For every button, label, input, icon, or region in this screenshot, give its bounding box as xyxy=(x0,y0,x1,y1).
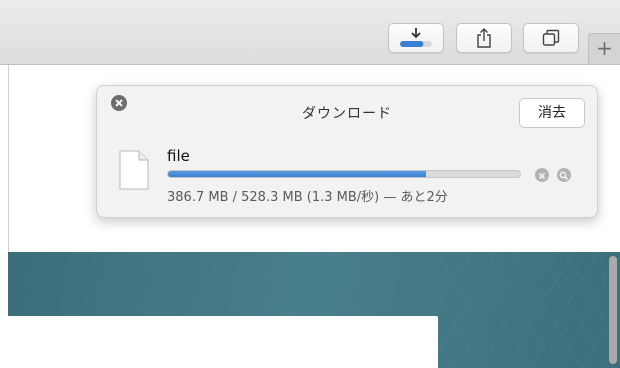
stop-download-button[interactable] xyxy=(535,168,549,182)
file-name: file xyxy=(167,147,190,165)
download-progress-icon xyxy=(400,28,432,47)
share-icon xyxy=(477,28,491,48)
scrollbar-thumb[interactable] xyxy=(609,256,617,364)
reveal-in-finder-button[interactable] xyxy=(557,168,571,182)
tab-overview-button[interactable] xyxy=(523,23,579,53)
clear-button[interactable]: 消去 xyxy=(519,98,585,128)
browser-toolbar: + xyxy=(0,0,620,65)
banner-pattern xyxy=(428,252,608,368)
document-icon xyxy=(119,150,149,190)
content-card xyxy=(8,316,438,368)
download-progress-bar xyxy=(167,170,521,178)
downloads-button[interactable] xyxy=(388,23,444,53)
downloads-popover: ダウンロード 消去 file 386.7 MB / 528.3 MB (1.3 … xyxy=(96,85,598,218)
new-tab-button[interactable]: + xyxy=(588,33,620,64)
tab-overview-icon xyxy=(542,29,560,46)
magnifier-icon xyxy=(559,171,569,181)
download-status: 386.7 MB / 528.3 MB (1.3 MB/秒) — あと2分 xyxy=(167,190,448,205)
scrollbar[interactable] xyxy=(606,252,620,368)
download-progress-fill xyxy=(168,171,426,177)
stop-icon xyxy=(538,172,546,180)
share-button[interactable] xyxy=(456,23,512,53)
